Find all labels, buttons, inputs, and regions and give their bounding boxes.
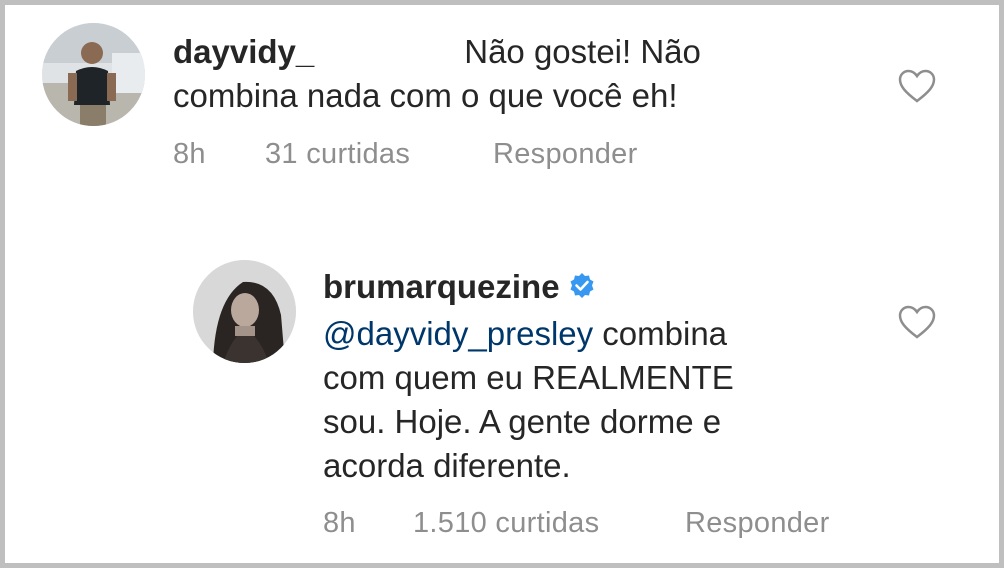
comment-text-line1: combina [602, 315, 728, 352]
comment-likes[interactable]: 31 curtidas [265, 138, 410, 171]
reply-button[interactable]: Responder [493, 138, 638, 171]
comment-username[interactable]: brumarquezine [323, 268, 560, 305]
mention-link[interactable]: @dayvidy_presley [323, 315, 593, 352]
like-button[interactable] [897, 67, 937, 107]
like-button[interactable] [897, 303, 937, 343]
comment-item: dayvidy_ Não gostei! Não combina nada com… [5, 5, 1004, 195]
comment-time: 8h [323, 507, 356, 539]
heart-outline-icon [898, 69, 936, 103]
avatar[interactable] [42, 23, 145, 126]
comment-time: 8h [173, 138, 206, 170]
comments-panel: dayvidy_ Não gostei! Não combina nada com… [0, 0, 1004, 568]
heart-outline-icon [898, 305, 936, 339]
verified-icon [570, 273, 594, 299]
comment-text-line2: combina nada com o que você eh! [173, 77, 678, 114]
comment-username[interactable]: dayvidy_ [173, 33, 314, 70]
user-photo [193, 260, 296, 363]
comment-text-line3: sou. Hoje. A gente dorme e [323, 403, 722, 440]
comment-text-line2: com quem eu REALMENTE [323, 359, 734, 396]
comment-text-line4: acorda diferente. [323, 447, 571, 484]
reply-comment-item: brumarquezine @dayvidy_presley combina c… [5, 245, 1004, 555]
comment-likes[interactable]: 1.510 curtidas [413, 507, 599, 540]
comment-body: @dayvidy_presley combina com quem eu REA… [323, 312, 883, 488]
comment-meta: 8h 1.510 curtidas Responder [323, 507, 923, 543]
verified-badge-icon [568, 267, 596, 311]
user-photo [42, 23, 145, 126]
reply-button[interactable]: Responder [685, 507, 830, 540]
reply-header: brumarquezine [323, 265, 596, 311]
comment-meta: 8h 31 curtidas Responder [173, 138, 773, 174]
comment-text: Não gostei! Não [464, 33, 701, 70]
avatar[interactable] [193, 260, 296, 363]
comment-body: dayvidy_ Não gostei! Não combina nada com… [173, 30, 883, 118]
